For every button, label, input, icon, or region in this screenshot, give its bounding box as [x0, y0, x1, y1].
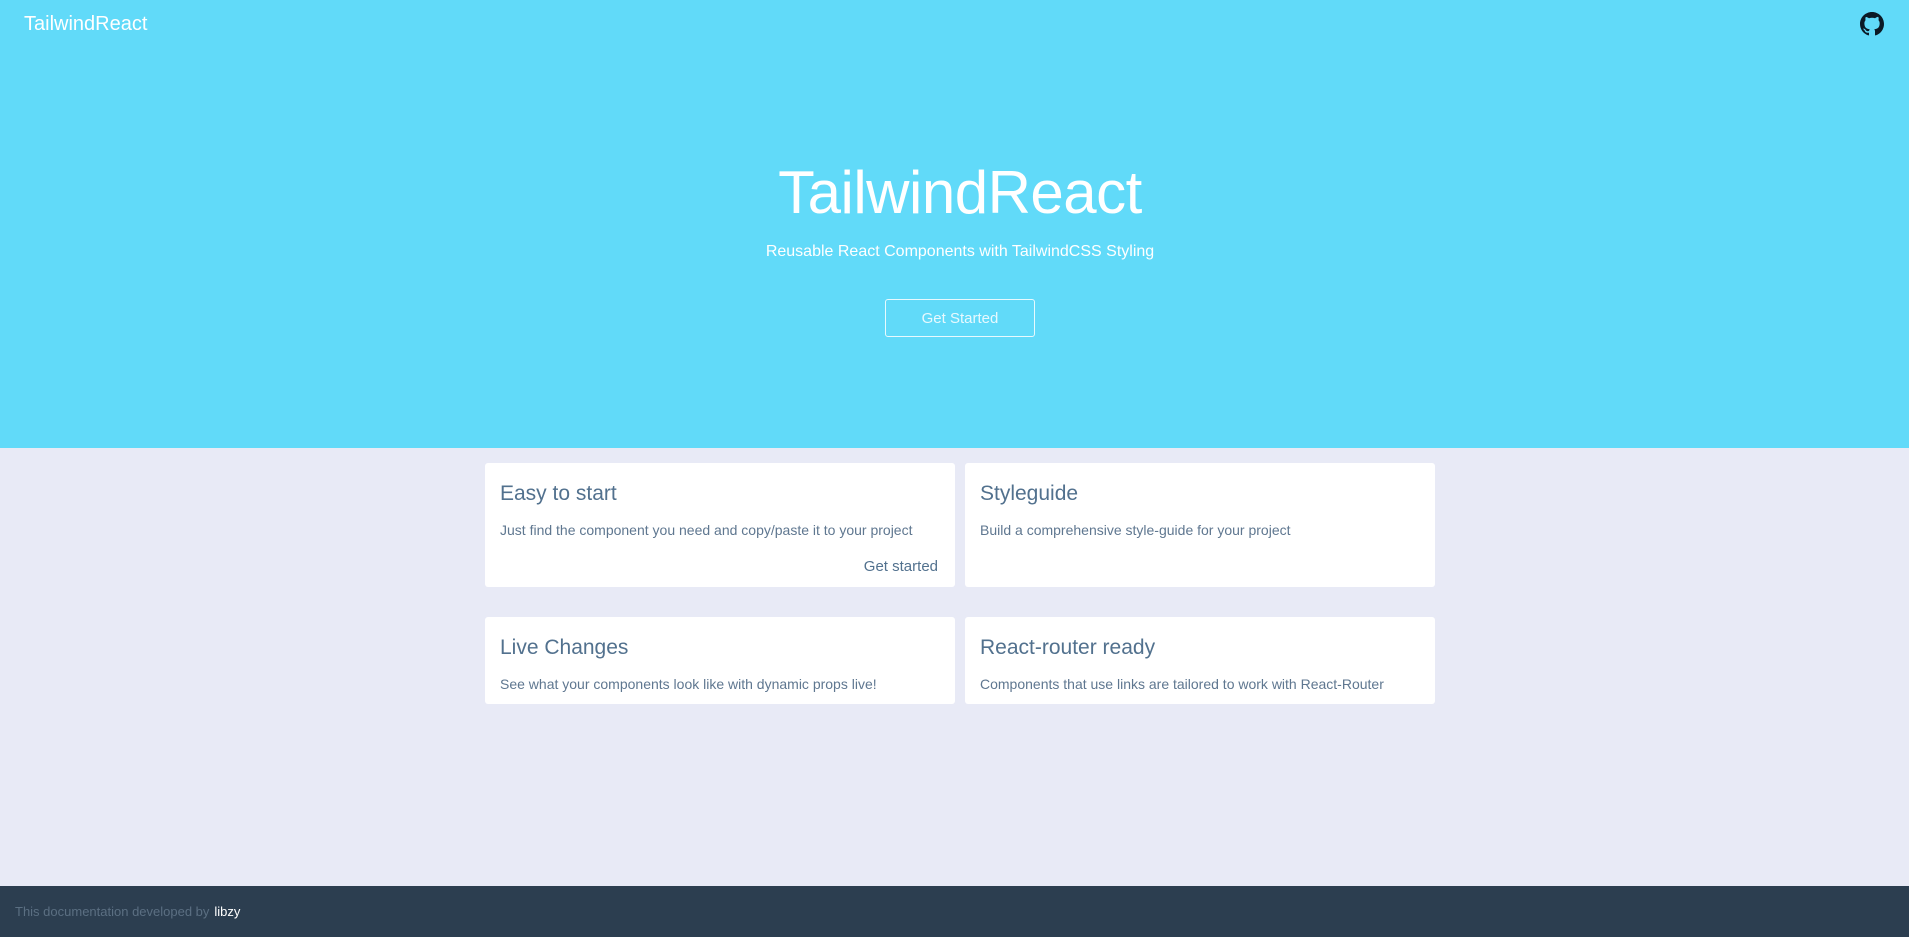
footer-text: This documentation developed by [15, 904, 210, 919]
feature-card-easy-to-start: Easy to start Just find the component yo… [485, 463, 955, 587]
get-started-link[interactable]: Get started [864, 558, 938, 575]
feature-card-react-router-ready: React-router ready Components that use l… [965, 617, 1435, 704]
footer-author-link[interactable]: libzy [214, 904, 240, 919]
feature-card-description: See what your components look like with … [500, 676, 877, 692]
github-icon[interactable] [1860, 12, 1884, 36]
feature-card-description: Components that use links are tailored t… [980, 676, 1384, 692]
feature-card-title: Styleguide [980, 482, 1079, 505]
hero-subtitle: Reusable React Components with TailwindC… [765, 243, 1155, 260]
hero-title: TailwindReact [778, 159, 1142, 226]
feature-card-title: Live Changes [500, 636, 629, 659]
feature-card-live-changes: Live Changes See what your components lo… [485, 617, 955, 704]
brand-link[interactable]: TailwindReact [24, 13, 147, 36]
feature-card-styleguide: Styleguide Build a comprehensive style-g… [965, 463, 1435, 587]
feature-card-title: Easy to start [500, 482, 617, 505]
feature-card-description: Just find the component you need and cop… [500, 522, 913, 538]
hero-section: TailwindReact TailwindReact Reusable Rea… [0, 0, 1909, 448]
feature-card-title: React-router ready [980, 636, 1156, 659]
get-started-button[interactable]: Get Started [885, 299, 1035, 337]
footer: This documentation developed by libzy [0, 886, 1909, 937]
feature-card-description: Build a comprehensive style-guide for yo… [980, 522, 1291, 538]
